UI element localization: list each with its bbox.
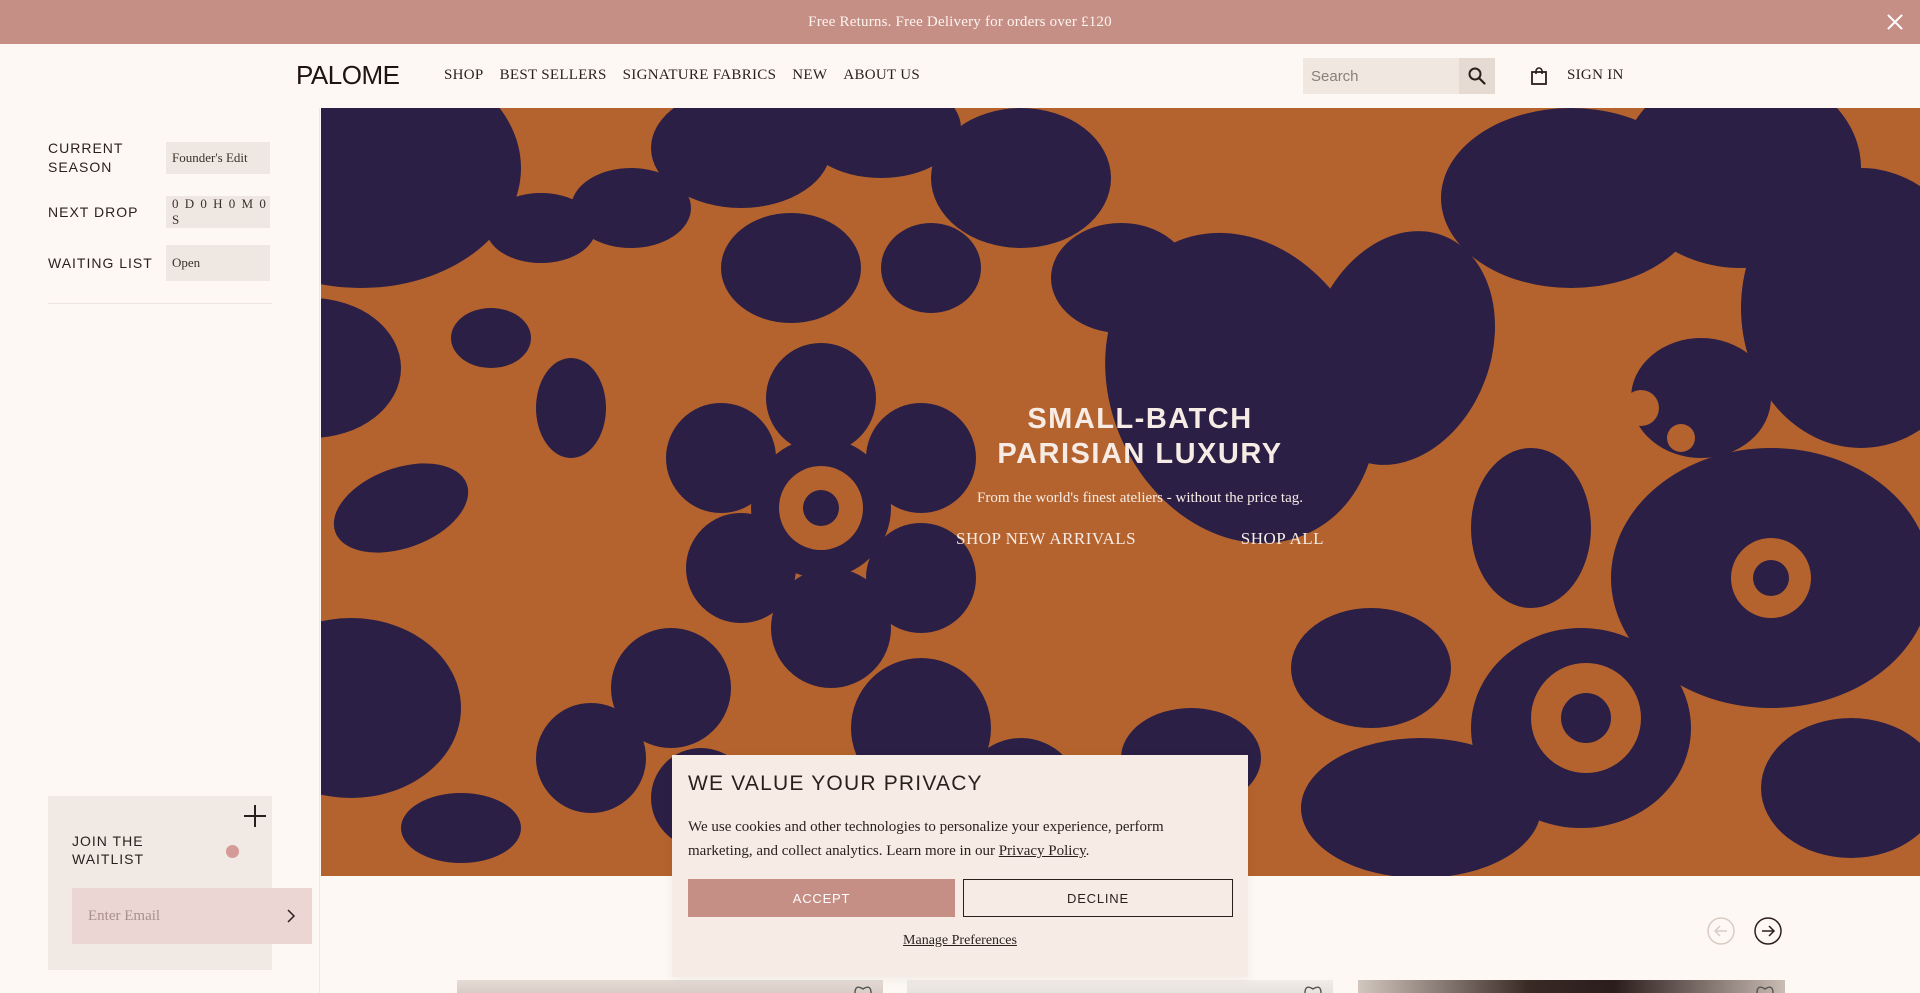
product-card[interactable] (907, 980, 1333, 993)
hero-title: SMALL-BATCH PARISIAN LUXURY (997, 403, 1283, 470)
sidebar-value: Open (166, 245, 270, 281)
cookie-consent-dialog: WE VALUE YOUR PRIVACY We use cookies and… (672, 755, 1248, 977)
arrow-left-icon (1707, 917, 1735, 945)
nav-about-us[interactable]: ABOUT US (843, 67, 920, 84)
site-header: PALOME SHOP BEST SELLERS SIGNATURE FABRI… (0, 44, 1920, 108)
waitlist-panel: JOIN THE WAITLIST (48, 796, 312, 970)
carousel-prev-button[interactable] (1707, 917, 1735, 945)
sidebar-row-waiting-list: WAITING LIST Open (48, 245, 270, 281)
heart-icon[interactable] (1755, 983, 1775, 993)
carousel-next-button[interactable] (1754, 917, 1782, 945)
chevron-right-icon (287, 909, 296, 923)
heart-icon[interactable] (1303, 983, 1323, 993)
announcement-text: Free Returns. Free Delivery for orders o… (808, 13, 1112, 30)
plus-icon[interactable] (244, 805, 266, 827)
sidebar: CURRENT SEASON Founder's Edit NEXT DROP … (0, 108, 320, 993)
shop-new-arrivals-link[interactable]: SHOP NEW ARRIVALS (956, 529, 1136, 550)
bag-icon[interactable] (1529, 66, 1549, 86)
email-field[interactable] (72, 888, 276, 944)
main-nav: SHOP BEST SELLERS SIGNATURE FABRICS NEW … (444, 67, 920, 84)
search-icon (1468, 67, 1486, 85)
cookie-body-text: We use cookies and other technologies to… (688, 819, 1164, 859)
shop-all-link[interactable]: SHOP ALL (1241, 529, 1324, 550)
sidebar-value: Founder's Edit (166, 142, 270, 174)
sidebar-label: CURRENT SEASON (48, 140, 124, 175)
product-card[interactable] (1358, 980, 1785, 993)
sidebar-value: 0 D 0 H 0 M 0 S (166, 196, 270, 228)
hero-ctas: SHOP NEW ARRIVALS SHOP ALL (950, 529, 1330, 550)
close-icon[interactable] (1884, 11, 1906, 33)
waitlist-title: JOIN THE WAITLIST (72, 833, 145, 867)
email-field-wrap (72, 888, 312, 944)
search-box (1303, 58, 1495, 94)
submit-email-button[interactable] (276, 901, 306, 931)
nav-signature-fabrics[interactable]: SIGNATURE FABRICS (623, 67, 777, 84)
manage-preferences-link[interactable]: Manage Preferences (672, 933, 1248, 949)
sidebar-label: NEXT DROP (48, 203, 139, 220)
heart-icon[interactable] (853, 983, 873, 993)
nav-new[interactable]: NEW (792, 67, 827, 84)
sidebar-row-current-season: CURRENT SEASON Founder's Edit (48, 139, 270, 177)
status-dot (226, 845, 239, 858)
sidebar-label: WAITING LIST (48, 254, 153, 271)
divider (48, 303, 272, 304)
cookie-body: We use cookies and other technologies to… (688, 819, 1164, 859)
cookie-title: WE VALUE YOUR PRIVACY (688, 772, 983, 795)
hero-content: SMALL-BATCH PARISIAN LUXURY From the wor… (950, 402, 1330, 550)
sidebar-row-next-drop: NEXT DROP 0 D 0 H 0 M 0 S (48, 196, 270, 228)
decline-button[interactable]: DECLINE (963, 879, 1233, 917)
nav-best-sellers[interactable]: BEST SELLERS (500, 67, 607, 84)
product-card[interactable] (457, 980, 883, 993)
nav-shop[interactable]: SHOP (444, 67, 484, 84)
search-input[interactable] (1303, 58, 1459, 94)
accept-button[interactable]: ACCEPT (688, 879, 955, 917)
hero-subtitle: From the world's finest ateliers - witho… (977, 490, 1303, 506)
logo[interactable]: PALOME (296, 60, 400, 91)
privacy-policy-link[interactable]: Privacy Policy (999, 843, 1086, 859)
announcement-bar: Free Returns. Free Delivery for orders o… (0, 0, 1920, 44)
arrow-right-icon (1754, 917, 1782, 945)
sign-in-link[interactable]: SIGN IN (1567, 67, 1624, 84)
search-button[interactable] (1459, 58, 1495, 94)
